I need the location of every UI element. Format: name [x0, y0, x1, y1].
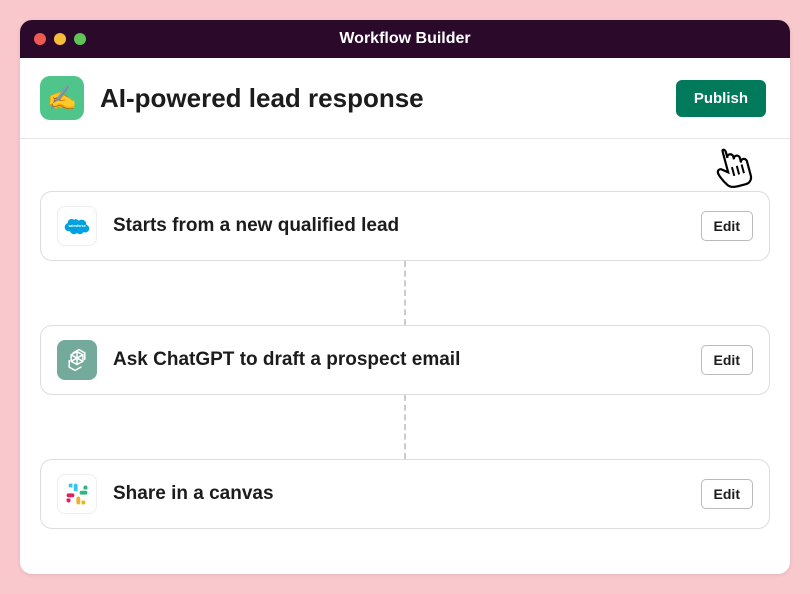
step-title: Ask ChatGPT to draft a prospect email — [113, 349, 685, 371]
workflow-steps-area: salesforce Starts from a new qualified l… — [20, 139, 790, 574]
step-connector — [40, 395, 770, 459]
minimize-window-button[interactable] — [54, 33, 66, 45]
maximize-window-button[interactable] — [74, 33, 86, 45]
close-window-button[interactable] — [34, 33, 46, 45]
step-connector — [40, 261, 770, 325]
salesforce-icon: salesforce — [57, 206, 97, 246]
openai-icon — [57, 340, 97, 380]
workflow-icon: ✍️ — [40, 76, 84, 120]
window-controls — [34, 33, 86, 45]
edit-step-button[interactable]: Edit — [701, 345, 753, 375]
edit-step-button[interactable]: Edit — [701, 211, 753, 241]
workflow-step[interactable]: salesforce Starts from a new qualified l… — [40, 191, 770, 261]
window-title: Workflow Builder — [339, 30, 470, 48]
workflow-step[interactable]: Share in a canvas Edit — [40, 459, 770, 529]
titlebar: Workflow Builder — [20, 20, 790, 58]
writing-hand-icon: ✍️ — [47, 84, 77, 113]
slack-icon — [57, 474, 97, 514]
svg-text:salesforce: salesforce — [68, 224, 85, 228]
workflow-header: ✍️ AI-powered lead response Publish — [20, 58, 790, 139]
step-title: Share in a canvas — [113, 483, 685, 505]
step-title: Starts from a new qualified lead — [113, 215, 685, 237]
publish-button[interactable]: Publish — [676, 80, 766, 117]
edit-step-button[interactable]: Edit — [701, 479, 753, 509]
workflow-title: AI-powered lead response — [100, 83, 660, 114]
workflow-step[interactable]: Ask ChatGPT to draft a prospect email Ed… — [40, 325, 770, 395]
workflow-builder-window: Workflow Builder ✍️ AI-powered lead resp… — [20, 20, 790, 574]
